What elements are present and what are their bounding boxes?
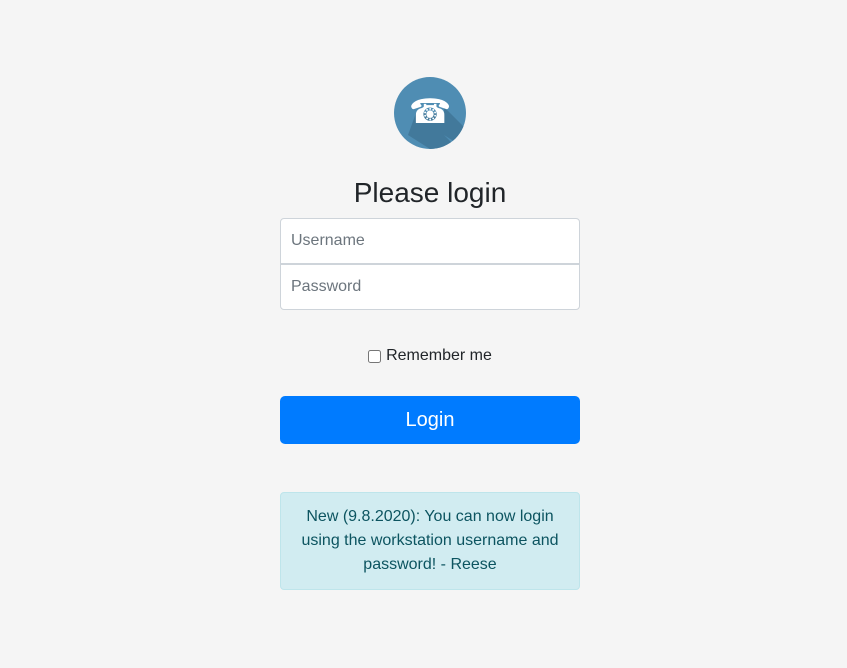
username-input[interactable] <box>280 218 580 264</box>
telephone-logo-icon: ☎ <box>394 77 466 149</box>
page-title: Please login <box>353 177 507 208</box>
remember-me-label[interactable]: Remember me <box>386 347 492 365</box>
remember-me-row: Remember me <box>280 346 580 366</box>
svg-text:☎: ☎ <box>409 92 451 132</box>
credential-fields <box>280 218 580 310</box>
remember-me-checkbox[interactable] <box>368 349 382 363</box>
password-input[interactable] <box>280 264 580 310</box>
login-form: ☎ Please login Remember me Login New (9.… <box>280 77 580 590</box>
login-button[interactable]: Login <box>280 396 580 444</box>
notice-alert: New (9.8.2020): You can now login using … <box>280 492 580 590</box>
